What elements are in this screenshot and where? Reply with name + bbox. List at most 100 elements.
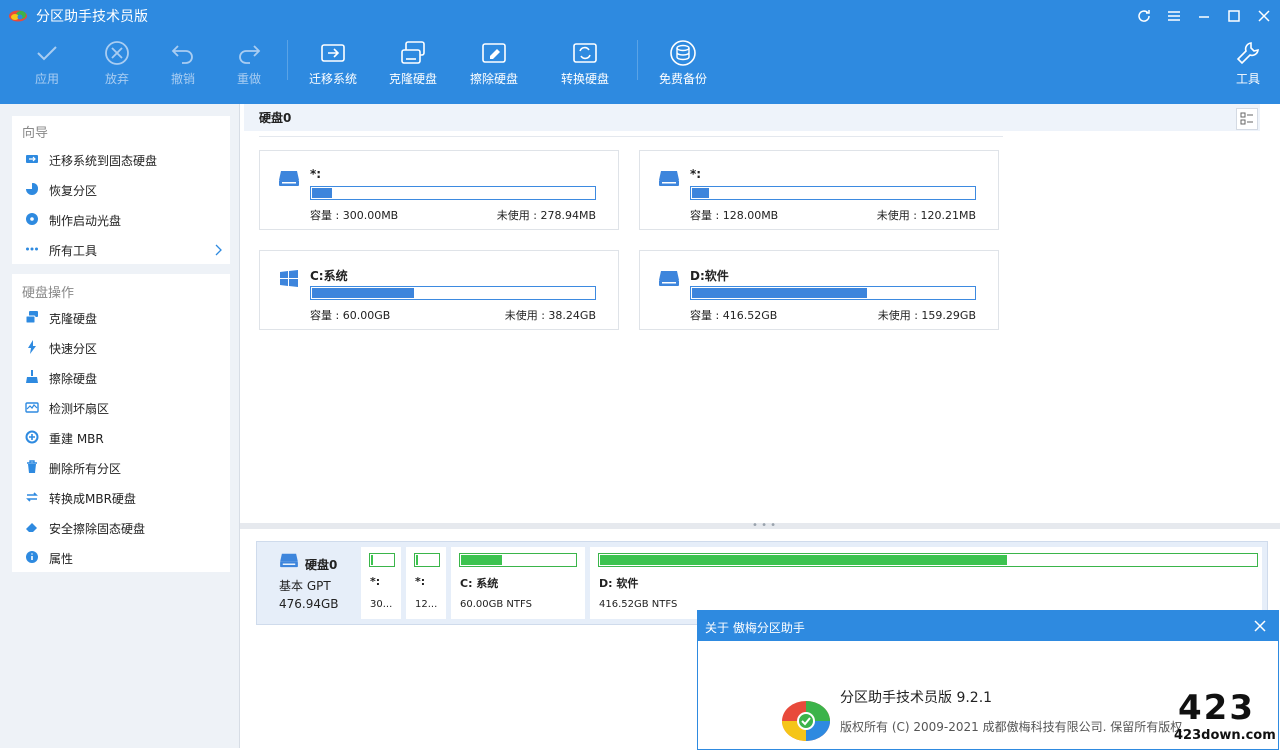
eraser-icon	[26, 523, 37, 532]
usage-bar	[690, 286, 976, 300]
apply-button[interactable]: 应用	[12, 38, 82, 98]
segment-info: 416.52GB NTFS	[599, 599, 678, 610]
partition-card[interactable]: *: 容量 : 300.00MB 未使用 : 278.94MB	[259, 150, 619, 230]
segment-name: D: 软件	[599, 577, 639, 590]
convert-disk-icon	[573, 43, 597, 63]
about-copyright: 版权所有 (C) 2009-2021 成都傲梅科技有限公司. 保留所有版权.	[840, 720, 1187, 734]
maximize-button[interactable]	[1224, 6, 1244, 26]
sidebar-item-quick-partition[interactable]: 快速分区	[12, 334, 230, 362]
sidebar-item-wipe-disk[interactable]: 擦除硬盘	[12, 364, 230, 392]
segment-usage-bar	[459, 553, 577, 567]
refresh-button[interactable]	[1134, 6, 1154, 26]
clone-disk-button[interactable]: 克隆硬盘	[378, 38, 448, 98]
disk-operations-title: 硬盘操作	[22, 286, 75, 301]
sidebar-item-label: 检测坏扇区	[49, 402, 110, 416]
free-space-text: 未使用 : 38.24GB	[504, 309, 596, 322]
disk-operations-panel: 硬盘操作 克隆硬盘 快速分区 擦除硬盘 检测坏扇区 重建 MBR 删除所有分区 …	[12, 274, 230, 572]
segment-info: 30...	[370, 599, 393, 610]
sidebar-item-migrate-ssd[interactable]: 迁移系统到固态硬盘	[12, 146, 230, 174]
refresh-icon	[1138, 10, 1150, 22]
capacity-text: 容量 : 128.00MB	[690, 209, 779, 222]
toolbar: 分区助手技术员版 应用 放弃 撤销 重做 迁移系统 克隆硬盘 擦除硬盘 转换硬盘…	[0, 0, 1280, 104]
disk-scan-icon	[25, 402, 39, 413]
disk-map-segment[interactable]: *: 12...	[406, 547, 446, 619]
disk-header: 硬盘0	[244, 104, 1260, 131]
sidebar-item-label: 删除所有分区	[49, 462, 122, 476]
partition-name: C:系统	[310, 269, 348, 283]
migrate-disk-icon	[26, 155, 38, 163]
convert-arrows-icon	[26, 492, 38, 502]
sidebar-item-delete-all-partitions[interactable]: 删除所有分区	[12, 454, 230, 482]
sidebar-item-recover-partition[interactable]: 恢复分区	[12, 176, 230, 204]
disk-title: 硬盘0	[259, 111, 292, 125]
usage-bar	[690, 186, 976, 200]
app-logo-icon	[782, 701, 830, 741]
sidebar-item-rebuild-mbr[interactable]: 重建 MBR	[12, 424, 230, 452]
minimize-button[interactable]	[1194, 6, 1214, 26]
segment-usage-bar	[369, 553, 395, 567]
discard-button[interactable]: 放弃	[82, 38, 152, 98]
toolbar-separator	[637, 40, 638, 80]
redo-label: 重做	[236, 72, 261, 86]
sidebar-item-clone-disk[interactable]: 克隆硬盘	[12, 304, 230, 332]
segment-usage-fill	[461, 555, 502, 565]
sidebar-item-properties[interactable]: 属性	[12, 544, 230, 572]
partition-name: *:	[690, 167, 702, 181]
list-view-icon	[1240, 112, 1253, 125]
tools-label: 工具	[1235, 72, 1260, 86]
disk-map-segment[interactable]: D: 软件 416.52GB NTFS	[590, 547, 1262, 619]
sidebar-item-check-bad-sectors[interactable]: 检测坏扇区	[12, 394, 230, 422]
convert-disk-label: 转换硬盘	[560, 72, 609, 86]
sidebar-item-label: 转换成MBR硬盘	[49, 492, 136, 506]
more-dots-icon	[26, 247, 38, 251]
redo-button[interactable]: 重做	[214, 38, 284, 98]
wipe-disk-button[interactable]: 擦除硬盘	[459, 38, 529, 98]
usage-fill	[312, 188, 332, 198]
partition-card[interactable]: C:系统 容量 : 60.00GB 未使用 : 38.24GB	[259, 250, 619, 330]
wipe-disk-label: 擦除硬盘	[469, 72, 518, 86]
clone-disk-label: 克隆硬盘	[388, 72, 437, 86]
usage-fill	[692, 288, 867, 298]
migrate-system-label: 迁移系统	[308, 72, 357, 86]
wizard-title: 向导	[22, 126, 49, 141]
sidebar-item-label: 擦除硬盘	[49, 372, 98, 386]
migrate-system-button[interactable]: 迁移系统	[298, 38, 368, 98]
convert-disk-button[interactable]: 转换硬盘	[550, 38, 620, 98]
clone-disk-icon	[401, 41, 425, 64]
disk-info[interactable]: 硬盘0 基本 GPT 476.94GB	[257, 542, 357, 624]
sidebar-item-all-tools[interactable]: 所有工具	[12, 236, 230, 264]
partition-card[interactable]: D:软件 容量 : 416.52GB 未使用 : 159.29GB	[639, 250, 999, 330]
disk-map-segment[interactable]: *: 30...	[361, 547, 401, 619]
segment-usage-fill	[416, 555, 418, 565]
sidebar-item-label: 所有工具	[49, 244, 98, 258]
info-icon	[26, 551, 38, 563]
tools-button[interactable]: 工具	[1214, 38, 1280, 98]
disk-map-segment[interactable]: C: 系统 60.00GB NTFS	[451, 547, 585, 619]
menu-button[interactable]	[1164, 6, 1184, 26]
sidebar-item-convert-mbr[interactable]: 转换成MBR硬盘	[12, 484, 230, 512]
segment-usage-fill	[600, 555, 1007, 565]
disk-icon	[280, 553, 298, 568]
free-backup-button[interactable]: 免费备份	[648, 38, 718, 98]
free-space-text: 未使用 : 278.94MB	[496, 209, 596, 222]
sidebar-item-secure-erase-ssd[interactable]: 安全擦除固态硬盘	[12, 514, 230, 542]
apply-label: 应用	[34, 72, 59, 86]
undo-icon	[171, 45, 193, 64]
view-toggle-button[interactable]	[1236, 108, 1258, 130]
capacity-text: 容量 : 60.00GB	[310, 309, 391, 322]
undo-button[interactable]: 撤销	[148, 38, 218, 98]
chevron-right-icon	[215, 244, 222, 256]
usage-fill	[692, 188, 709, 198]
redo-icon	[239, 45, 261, 64]
divider	[259, 136, 1003, 137]
close-button[interactable]	[1254, 6, 1274, 26]
splitter-grip-icon[interactable]: • • •	[752, 520, 776, 531]
sidebar-item-label: 属性	[49, 552, 74, 566]
pie-chart-icon	[26, 183, 38, 195]
about-close-button[interactable]	[1250, 615, 1270, 638]
menu-icon	[1168, 11, 1180, 21]
close-icon	[1254, 620, 1266, 632]
segment-name: C: 系统	[460, 577, 499, 590]
partition-card[interactable]: *: 容量 : 128.00MB 未使用 : 120.21MB	[639, 150, 999, 230]
sidebar-item-bootable-cd[interactable]: 制作启动光盘	[12, 206, 230, 234]
